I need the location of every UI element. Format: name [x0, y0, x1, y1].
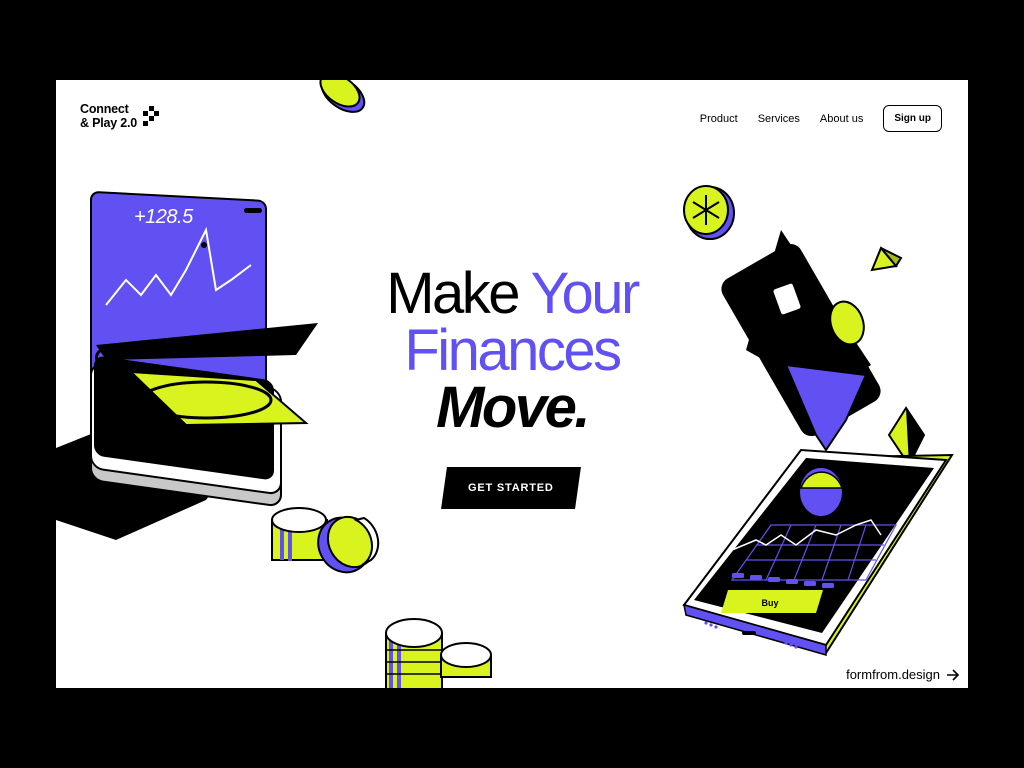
hero-word-your: Your: [530, 261, 641, 326]
brand-logo[interactable]: Connect & Play 2.0: [80, 102, 160, 130]
landing-page: Buy +128.5 Connect & Play 2.0 Product Se…: [56, 80, 968, 688]
checker-logo-icon: [143, 106, 160, 126]
hero-word-make: Make: [386, 261, 520, 326]
top-coin-icon: [319, 80, 366, 113]
star-coin-icon: [683, 185, 735, 240]
main-nav: Product Services About us Sign up: [700, 105, 942, 132]
hero-word-finances: Finances: [404, 318, 622, 383]
buy-button[interactable]: Buy: [721, 590, 823, 613]
hero-word-move: Move.: [436, 375, 590, 440]
footer-link-label: formfrom.design: [846, 667, 940, 682]
sign-up-button[interactable]: Sign up: [883, 105, 942, 132]
smartphone-illustration: Buy: [682, 448, 954, 656]
buy-button-label: Buy: [761, 598, 778, 608]
footer-link[interactable]: formfrom.design: [846, 667, 960, 682]
nav-item-about-us[interactable]: About us: [820, 113, 863, 125]
coin-stack-small-icon: [271, 507, 380, 574]
hero-heading: Make Your Finances Move.: [56, 265, 968, 440]
arrow-right-icon: [947, 668, 960, 681]
nav-item-services[interactable]: Services: [758, 113, 800, 125]
brand-name: Connect & Play 2.0: [80, 102, 137, 130]
get-started-button[interactable]: GET STARTED: [441, 467, 581, 509]
nav-item-product[interactable]: Product: [700, 113, 738, 125]
hero-line-1: Make Your: [56, 265, 968, 323]
coin-stack-bottom-icon: [385, 618, 492, 688]
brand-line-2: & Play 2.0: [80, 116, 138, 130]
brand-line-1: Connect: [80, 102, 129, 116]
wallet-card-value: +128.5: [134, 206, 193, 228]
get-started-label: GET STARTED: [468, 482, 554, 494]
